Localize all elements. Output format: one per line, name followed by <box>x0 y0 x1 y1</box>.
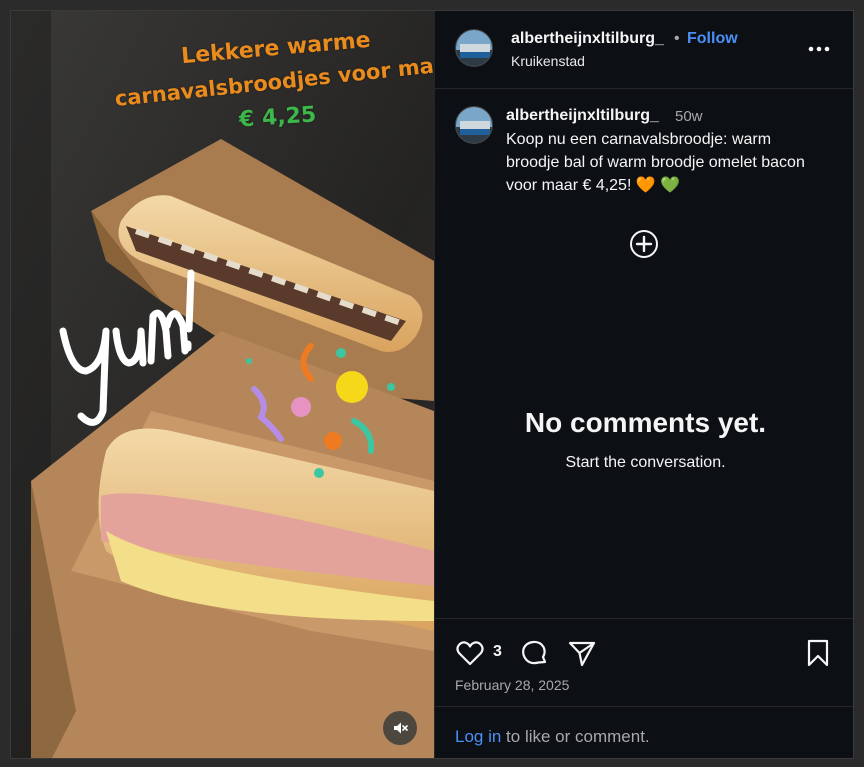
post-header: albertheijnxltilburg_ • Follow Kruikenst… <box>435 11 853 89</box>
empty-comments-subtitle: Start the conversation. <box>565 454 726 471</box>
divider <box>435 706 853 707</box>
like-count[interactable]: 3 <box>493 643 502 661</box>
bookmark-icon <box>807 639 829 667</box>
paper-plane-icon <box>568 641 596 667</box>
caption-avatar[interactable] <box>455 106 493 144</box>
login-link[interactable]: Log in <box>455 727 501 746</box>
post-modal: Lekkere warme carnavalsbroodjes voor maa… <box>10 10 854 759</box>
plus-circle-icon <box>630 230 658 258</box>
story-image <box>11 11 434 758</box>
post-date[interactable]: February 28, 2025 <box>455 677 569 693</box>
caption-timestamp[interactable]: 50w <box>675 108 703 125</box>
caption-text: Koop nu een carnavalsbroodje: warm brood… <box>506 131 805 194</box>
caption-username[interactable]: albertheijnxltilburg_ <box>506 107 659 125</box>
login-prompt-suffix: to like or comment. <box>501 727 650 746</box>
post-details-panel: albertheijnxltilburg_ • Follow Kruikenst… <box>434 11 853 758</box>
comment-button[interactable] <box>519 638 549 668</box>
avatar[interactable] <box>455 29 493 67</box>
share-button[interactable] <box>567 638 597 668</box>
follow-button[interactable]: Follow <box>687 30 738 48</box>
more-horizontal-icon <box>808 46 830 52</box>
divider <box>435 618 853 619</box>
login-prompt: Log in to like or comment. <box>455 727 650 747</box>
post-media[interactable]: Lekkere warme carnavalsbroodjes voor maa… <box>11 11 434 758</box>
comment-icon <box>522 640 547 665</box>
heart-icon <box>456 641 484 666</box>
more-options-button[interactable] <box>805 39 833 59</box>
like-button[interactable] <box>455 638 485 668</box>
location-link[interactable]: Kruikenstad <box>511 53 585 69</box>
empty-comments-title: No comments yet. <box>524 407 767 438</box>
save-button[interactable] <box>803 638 833 668</box>
speaker-muted-icon <box>394 722 408 734</box>
header-username[interactable]: albertheijnxltilburg_ <box>511 30 664 48</box>
load-more-button[interactable] <box>629 229 659 259</box>
mute-button[interactable] <box>383 711 417 745</box>
separator-dot: • <box>674 30 680 47</box>
